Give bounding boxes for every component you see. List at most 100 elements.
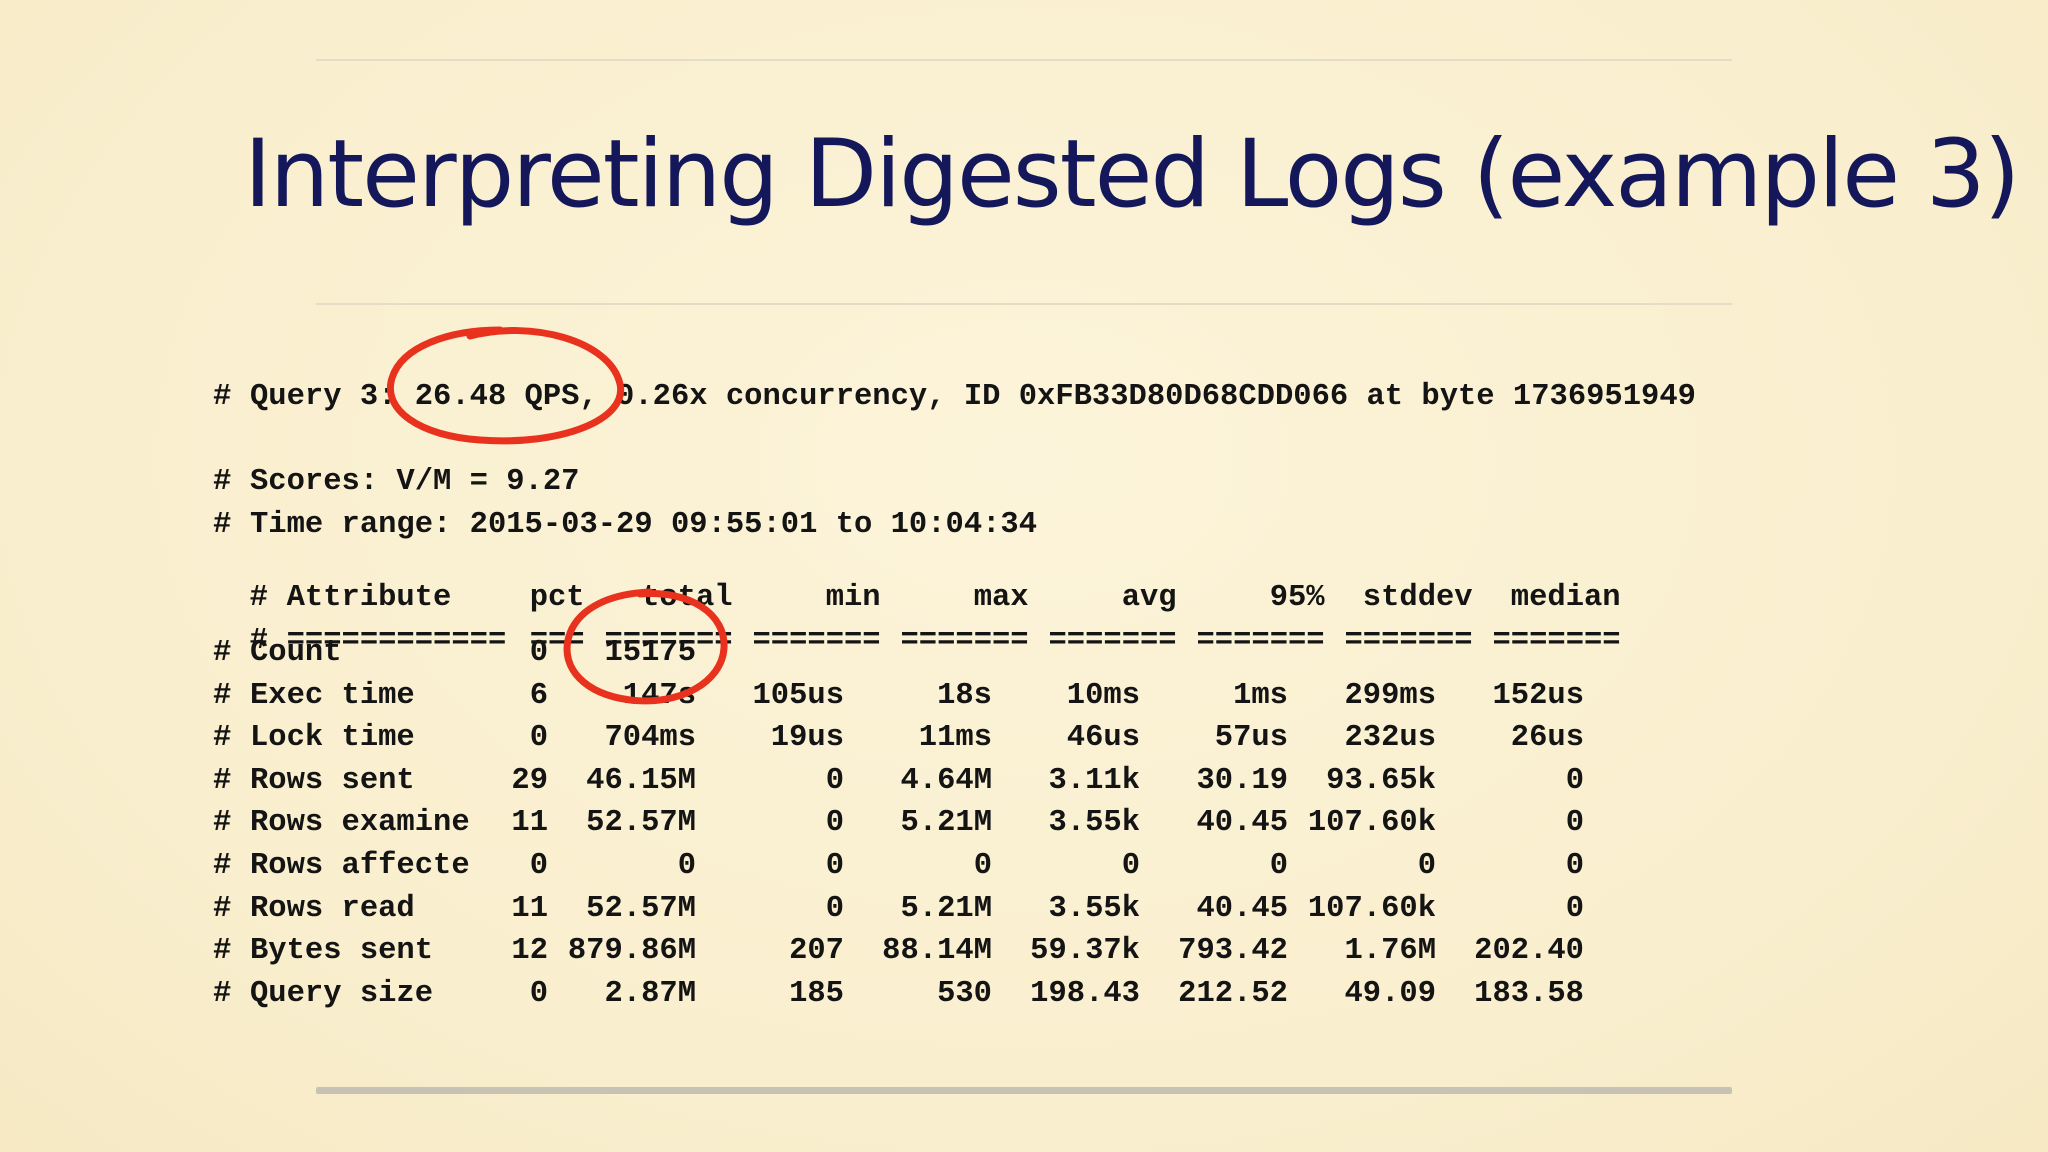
cell-stddev: 1.76M <box>1344 934 1436 969</box>
query-line-text: Query 3: 26.48 QPS, 0.26x concurrency, I… <box>250 380 1696 414</box>
cell-pct: 0 <box>529 721 548 756</box>
cell-pct: 11 <box>511 891 548 926</box>
cell-min: 0 <box>825 891 844 926</box>
cell-95pct: 30.19 <box>1196 763 1288 798</box>
cell-attribute: Rows affecte <box>250 849 470 883</box>
cell-total: 52.57M <box>586 806 696 841</box>
cell-stddev: 299ms <box>1344 678 1436 713</box>
comment-hash: # <box>213 891 232 926</box>
cell-pct: 6 <box>529 678 548 713</box>
cell-max: 4.64M <box>900 763 992 798</box>
cell-stddev: 93.65k <box>1326 763 1436 798</box>
comment-hash: # <box>213 806 232 841</box>
cell-total: 15175 <box>604 636 696 670</box>
comment-hash: # <box>213 849 232 883</box>
table-row: # Rows read 11 52.57M 0 5.21M 3.55k 40.45 107.60… <box>213 894 1584 925</box>
cell-total: 46.15M <box>586 763 696 798</box>
cell-max: 88.14M <box>882 934 992 969</box>
cell-min: 19us <box>770 721 844 756</box>
cell-95pct: 1ms <box>1233 678 1288 713</box>
cell-95pct: 793.42 <box>1178 934 1288 969</box>
table-row: # Count 0 15175 <box>213 638 1584 669</box>
scores-line-text: Scores: V/M = 9.27 <box>250 465 580 499</box>
cell-pct: 11 <box>511 806 548 841</box>
cell-stddev: 49.09 <box>1344 976 1436 1011</box>
cell-pct: 0 <box>529 849 548 883</box>
cell-avg: 59.37k <box>1030 934 1140 969</box>
table-row: # Exec time 6 147s 105us 18s 10ms 1ms 299ms 152us <box>213 681 1584 712</box>
time-range-line: # Time range: 2015-03-29 09:55:01 to 10:0… <box>213 510 1037 541</box>
cell-pct: 0 <box>529 636 548 670</box>
slide-title: Interpreting Digested Logs (example 3) <box>244 120 2020 229</box>
cell-attribute: Rows read <box>250 891 415 926</box>
comment-hash: # <box>213 508 232 542</box>
cell-min: 0 <box>825 763 844 798</box>
cell-min: 185 <box>789 976 844 1011</box>
comment-hash: # <box>213 721 232 756</box>
table-row: # Lock time 0 704ms 19us 11ms 46us 57us 232us 26u… <box>213 723 1584 754</box>
cell-stddev: 107.60k <box>1307 891 1436 926</box>
cell-attribute: Query size <box>250 976 434 1011</box>
comment-hash: # <box>213 763 232 798</box>
cell-min: 207 <box>789 934 844 969</box>
scores-line: # Scores: V/M = 9.27 <box>213 467 579 498</box>
cell-median: 26us <box>1510 721 1584 756</box>
cell-max: 18s <box>937 678 992 713</box>
cell-min: 0 <box>825 806 844 841</box>
cell-avg: 3.55k <box>1048 806 1140 841</box>
cell-total: 147s <box>622 678 696 713</box>
cell-max: 0 <box>973 849 992 883</box>
comment-hash: # <box>213 678 232 713</box>
table-row: # Query size 0 2.87M 185 530 198.43 212.52 49.09… <box>213 979 1584 1010</box>
cell-attribute: Count <box>250 636 342 670</box>
cell-attribute: Lock time <box>250 721 415 756</box>
cell-median: 152us <box>1492 678 1584 713</box>
cell-median: 0 <box>1565 806 1584 841</box>
cell-median: 183.58 <box>1474 976 1584 1011</box>
cell-attribute: Rows sent <box>250 763 415 798</box>
time-range-text: Time range: 2015-03-29 09:55:01 to 10:04… <box>250 508 1038 542</box>
cell-avg: 3.11k <box>1048 763 1140 798</box>
comment-hash: # <box>213 934 232 969</box>
bottom-divider <box>316 1087 1732 1094</box>
cell-min: 0 <box>825 849 844 883</box>
cell-pct: 29 <box>511 763 548 798</box>
cell-median: 0 <box>1565 763 1584 798</box>
cell-95pct: 40.45 <box>1196 891 1288 926</box>
cell-95pct: 0 <box>1269 849 1288 883</box>
cell-pct: 12 <box>511 934 548 969</box>
query-line: # Query 3: 26.48 QPS, 0.26x concurrency, … <box>213 382 1696 413</box>
cell-max: 5.21M <box>900 806 992 841</box>
comment-hash: # <box>213 465 232 499</box>
cell-95pct: 212.52 <box>1178 976 1288 1011</box>
comment-hash: # <box>213 976 232 1011</box>
title-divider <box>316 303 1732 305</box>
cell-stddev: 107.60k <box>1307 806 1436 841</box>
cell-pct: 0 <box>529 976 548 1011</box>
cell-avg: 46us <box>1066 721 1140 756</box>
cell-attribute: Exec time <box>250 678 415 713</box>
cell-total: 2.87M <box>604 976 696 1011</box>
cell-median: 0 <box>1565 891 1584 926</box>
cell-avg: 198.43 <box>1030 976 1140 1011</box>
cell-total: 52.57M <box>586 891 696 926</box>
cell-median: 202.40 <box>1474 934 1584 969</box>
cell-95pct: 57us <box>1214 721 1288 756</box>
cell-avg: 3.55k <box>1048 891 1140 926</box>
cell-total: 704ms <box>604 721 696 756</box>
cell-95pct: 40.45 <box>1196 806 1288 841</box>
cell-attribute: Bytes sent <box>250 934 434 969</box>
cell-median: 0 <box>1565 849 1584 883</box>
cell-avg: 10ms <box>1066 678 1140 713</box>
table-row: # Rows affecte 0 0 0 0 0 0 0 0 <box>213 851 1584 882</box>
cell-total: 879.86M <box>567 934 696 969</box>
table-row: # Rows sent 29 46.15M 0 4.64M 3.11k 30.19 93.65k… <box>213 766 1584 797</box>
comment-hash: # <box>213 636 232 670</box>
cell-attribute: Rows examine <box>250 806 470 841</box>
cell-min: 105us <box>752 678 844 713</box>
cell-max: 5.21M <box>900 891 992 926</box>
cell-total: 0 <box>677 849 696 883</box>
cell-stddev: 0 <box>1417 849 1436 883</box>
top-divider <box>316 59 1732 61</box>
comment-hash: # <box>213 380 232 414</box>
